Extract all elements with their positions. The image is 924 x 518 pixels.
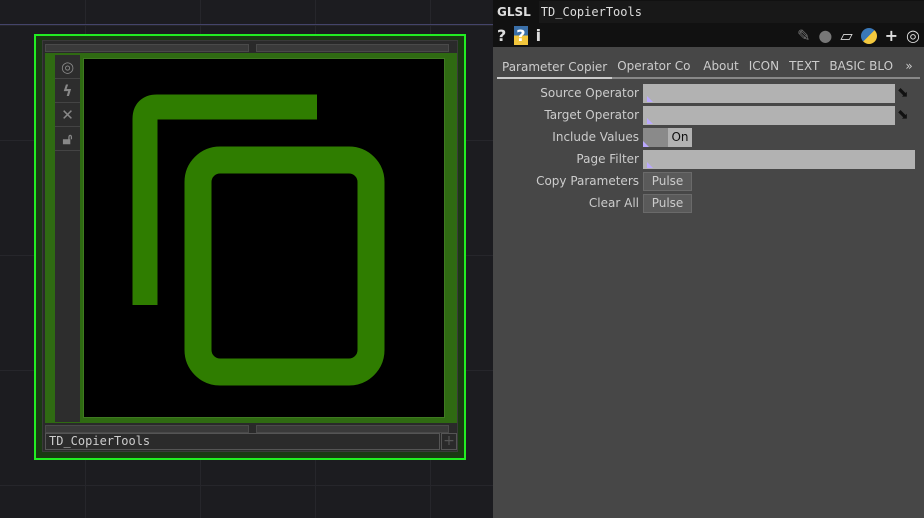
param-label: Page Filter xyxy=(576,152,639,166)
operator-type: GLSL xyxy=(497,5,531,19)
edit-icon[interactable]: ✎ xyxy=(797,26,810,45)
node-bottom-bar-left xyxy=(45,425,249,433)
lock-icon[interactable]: 🔓︎ xyxy=(55,127,80,151)
parameter-tabs: Parameter Copier Operator Co About ICON … xyxy=(497,55,920,79)
tab-basic-blocks[interactable]: BASIC BLO xyxy=(824,59,900,73)
param-clear-all: Clear All Pulse xyxy=(493,193,924,213)
operator-name-field[interactable]: TD_CopierTools xyxy=(538,1,924,23)
python-icon[interactable] xyxy=(860,27,877,44)
help-icon[interactable]: ? xyxy=(497,26,506,45)
page-filter-field[interactable] xyxy=(643,149,915,169)
include-values-toggle[interactable]: On xyxy=(643,127,692,147)
drag-drop-arrow-icon[interactable]: ⬊ xyxy=(897,107,909,123)
info-icon[interactable]: i xyxy=(536,26,541,45)
tab-about[interactable]: About xyxy=(698,59,743,73)
close-icon[interactable]: ✕ xyxy=(55,103,80,127)
operator-node[interactable]: ◎ ϟ ✕ 🔓︎ TD_CopierTools + xyxy=(34,34,466,460)
tab-parameter-copier[interactable]: Parameter Copier xyxy=(497,55,613,79)
clear-all-pulse-button[interactable]: Pulse xyxy=(643,193,692,213)
node-input-bar[interactable] xyxy=(45,44,249,52)
tab-operator-copier[interactable]: Operator Co xyxy=(612,59,698,73)
node-output-bar[interactable] xyxy=(256,44,449,52)
bypass-icon[interactable]: ϟ xyxy=(55,79,80,103)
more-tabs-icon[interactable]: » xyxy=(900,59,917,73)
param-label: Clear All xyxy=(588,196,639,210)
toggle-state: On xyxy=(668,127,692,147)
viewer-toggle-icon[interactable]: ◎ xyxy=(55,55,80,79)
parameter-panel: GLSL TD_CopierTools ? ? i ✎ ● ▱ + ◎ Para… xyxy=(493,0,924,518)
tab-icon[interactable]: ICON xyxy=(744,59,784,73)
param-label: Target Operator xyxy=(544,108,639,122)
node-body: ◎ ϟ ✕ 🔓︎ TD_CopierTools + xyxy=(42,40,458,452)
node-bottom-bar-right xyxy=(256,425,449,433)
python-help-icon[interactable]: ? xyxy=(514,26,528,45)
tab-text[interactable]: TEXT xyxy=(784,59,824,73)
node-side-buttons: ◎ ϟ ✕ 🔓︎ xyxy=(55,55,80,422)
add-icon[interactable]: + xyxy=(441,433,457,450)
param-source-operator: Source Operator ⬊ xyxy=(493,83,924,103)
node-name-label[interactable]: TD_CopierTools xyxy=(45,433,440,450)
node-viewer[interactable] xyxy=(83,58,445,418)
comment-icon[interactable]: ● xyxy=(818,26,832,45)
clone-icon[interactable]: ▱ xyxy=(840,26,852,45)
param-target-operator: Target Operator ⬊ xyxy=(493,105,924,125)
param-label: Include Values xyxy=(552,130,639,144)
param-label: Source Operator xyxy=(540,86,639,100)
param-label: Copy Parameters xyxy=(536,174,639,188)
param-include-values: Include Values On xyxy=(493,127,924,147)
plus-icon[interactable]: + xyxy=(885,26,898,45)
target-operator-field[interactable] xyxy=(643,105,895,125)
source-operator-field[interactable] xyxy=(643,83,895,103)
target-icon[interactable]: ◎ xyxy=(906,26,920,45)
node-viewer-frame: ◎ ϟ ✕ 🔓︎ xyxy=(45,53,457,423)
copy-parameters-pulse-button[interactable]: Pulse xyxy=(643,171,692,191)
copier-logo-icon xyxy=(132,94,385,386)
network-divider xyxy=(0,24,493,25)
param-copy-parameters: Copy Parameters Pulse xyxy=(493,171,924,191)
drag-drop-arrow-icon[interactable]: ⬊ xyxy=(897,85,909,101)
param-page-filter: Page Filter xyxy=(493,149,924,169)
